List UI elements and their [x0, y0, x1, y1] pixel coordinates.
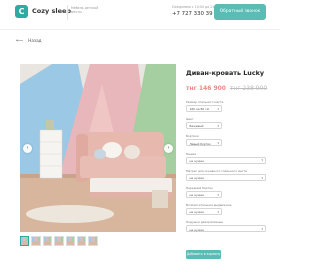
- chevron-down-icon: ▾: [261, 175, 263, 180]
- option-value: 160 на 80 см: [189, 107, 209, 112]
- option-value: не нужен: [189, 193, 204, 198]
- chevron-down-icon: ▾: [217, 123, 219, 128]
- chevron-down-icon: ▾: [217, 192, 219, 197]
- option-select[interactable]: не нужен ▾: [186, 173, 266, 181]
- back-label: Назад: [28, 38, 42, 43]
- site-header: C Cozy sleep Мебель детской мечты Ежедне…: [0, 0, 280, 29]
- working-hours: Ежедневно с 10:00 до 21:00: [172, 5, 220, 9]
- brand-name[interactable]: Cozy sleep: [32, 7, 71, 15]
- option-value: Левый бортик: [189, 141, 211, 146]
- option-label: Вспомогательное выдвижное: [186, 203, 232, 208]
- chevron-right-icon[interactable]: ›: [164, 144, 173, 153]
- option-value: Бежевый: [189, 124, 204, 129]
- thumbnail-2[interactable]: [31, 236, 41, 246]
- thumbnail-1[interactable]: [20, 236, 30, 246]
- option-label: Матрас для основного спального места: [186, 168, 247, 173]
- thumbnail-3[interactable]: [42, 236, 53, 246]
- option-label: Ящики: [186, 151, 197, 156]
- option-select[interactable]: не нужен ▾: [186, 191, 222, 198]
- add-to-cart-button[interactable]: Добавить в корзину: [186, 250, 221, 259]
- chevron-down-icon: ▾: [261, 227, 263, 232]
- callback-button[interactable]: Обратный звонок: [214, 4, 266, 20]
- chevron-down-icon: ▾: [217, 209, 219, 214]
- option-label: Размер спального места: [186, 100, 224, 104]
- thumbnail-5[interactable]: [65, 236, 75, 246]
- back-link[interactable]: ⟵ Назад: [16, 38, 42, 46]
- thumbnail-strip: [20, 236, 98, 246]
- product-photo: [20, 64, 176, 232]
- header-divider: [0, 29, 280, 30]
- option-select[interactable]: не нужен ▾: [186, 225, 266, 233]
- option-select[interactable]: не нужен ▾: [186, 208, 222, 216]
- option-select[interactable]: 160 на 80 см ▾: [186, 105, 222, 112]
- option-label: Подушки декоративные: [186, 220, 223, 225]
- thumbnail-6[interactable]: [76, 236, 87, 246]
- option-value: не нужен: [189, 210, 204, 215]
- option-label: Цвет: [186, 117, 194, 122]
- option-select[interactable]: Левый бортик ▾: [186, 139, 222, 147]
- thumbnail-7[interactable]: [88, 236, 98, 246]
- product-title: Диван-кровать Lucky: [186, 69, 265, 77]
- brand-tagline: Мебель детской мечты: [71, 6, 99, 15]
- product-gallery: ‹ ›: [20, 64, 176, 232]
- chevron-down-icon: ▾: [261, 158, 263, 163]
- option-value: не нужен: [189, 176, 204, 181]
- logo-icon[interactable]: C: [15, 5, 28, 18]
- option-select[interactable]: Бежевый ▾: [186, 122, 222, 130]
- chevron-down-icon: ▾: [217, 106, 219, 111]
- price-current: тнг 146 900: [186, 85, 226, 92]
- option-label: Передний бортик: [186, 186, 213, 190]
- logo-divider: [67, 5, 68, 20]
- arrow-left-icon: ⟵: [16, 38, 24, 44]
- option-select[interactable]: не нужен ▾: [186, 156, 266, 164]
- chevron-left-icon[interactable]: ‹: [23, 144, 32, 153]
- chevron-down-icon: ▾: [217, 141, 219, 146]
- option-value: не нужен: [189, 227, 204, 232]
- product-price: тнг 146 900 тнг 238 900: [186, 85, 267, 92]
- option-value: не нужен: [189, 158, 204, 163]
- option-label: Бортики: [186, 134, 199, 139]
- price-old: тнг 238 900: [229, 85, 268, 92]
- thumbnail-4[interactable]: [54, 236, 64, 246]
